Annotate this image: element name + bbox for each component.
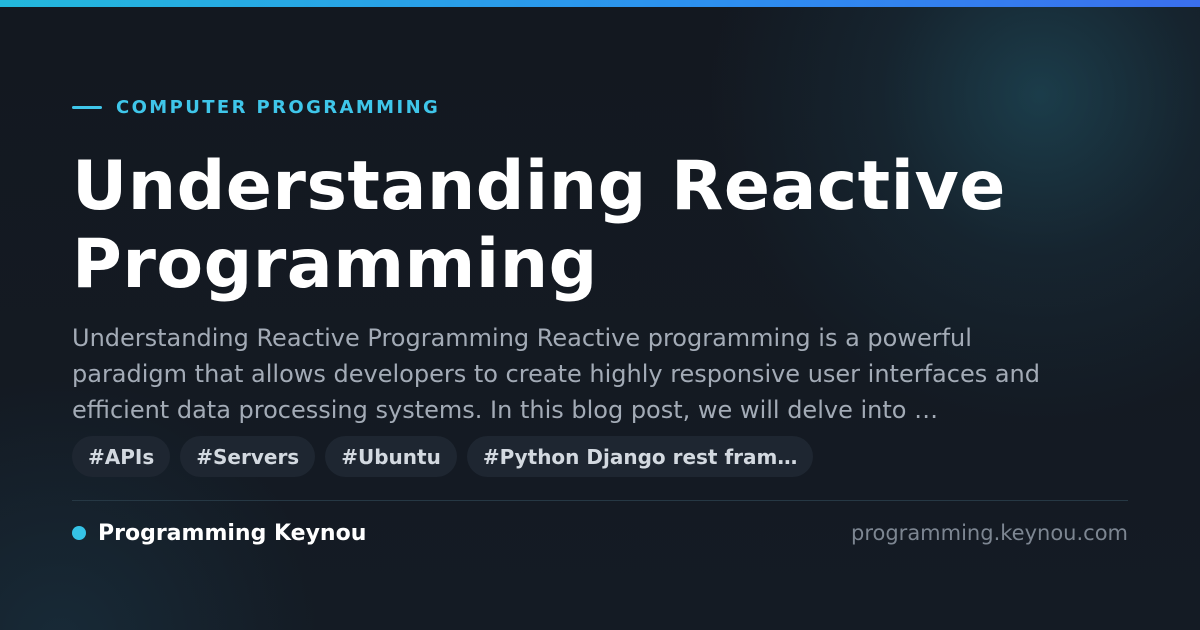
brand: Programming Keynou xyxy=(72,518,366,548)
tag-pill[interactable]: #Python Django rest fram… xyxy=(466,436,814,477)
post-title: Understanding Reactive Programming xyxy=(72,147,1006,304)
category-label-group: COMPUTER PROGRAMMING xyxy=(72,95,440,119)
dash-icon xyxy=(72,105,102,109)
category-label: COMPUTER PROGRAMMING xyxy=(116,96,441,118)
top-accent-bar xyxy=(0,0,1200,7)
dot-icon xyxy=(72,526,86,540)
tag-pill[interactable]: #Ubuntu xyxy=(325,436,457,477)
footer-divider xyxy=(72,500,1128,501)
brand-name: Programming Keynou xyxy=(98,520,367,546)
site-domain: programming.keynou.com xyxy=(851,521,1128,545)
tag-list: #APIs #Servers #Ubuntu #Python Django re… xyxy=(72,436,823,477)
tag-pill[interactable]: #APIs xyxy=(72,436,171,477)
post-excerpt: Understanding Reactive Programming React… xyxy=(72,324,1041,424)
tag-pill[interactable]: #Servers xyxy=(180,436,316,477)
